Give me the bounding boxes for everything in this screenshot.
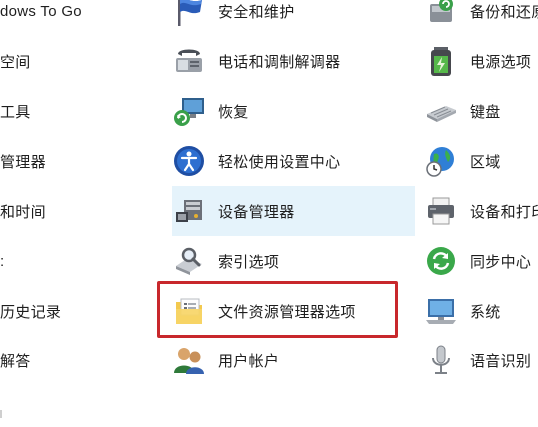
item-label: : — [0, 252, 5, 270]
recovery-monitor-icon — [172, 94, 206, 128]
ease-of-access-icon — [172, 144, 206, 178]
item-label: 设备管理器 — [218, 203, 295, 221]
scroll-edge-mark — [0, 410, 2, 418]
cp-item-devices-printers[interactable]: 设备和打印 — [424, 188, 538, 234]
item-label: 设备和打印 — [470, 203, 538, 221]
cp-item-indexing-options[interactable]: 索引选项 — [172, 238, 412, 284]
computer-icon — [424, 294, 458, 328]
highlight-annotation-box — [157, 281, 398, 338]
item-label: 语音识别 — [470, 352, 532, 370]
printer-icon — [424, 194, 458, 228]
cp-item-user-accounts[interactable]: 用户帐户 — [172, 337, 412, 383]
cp-item-clipped[interactable]: : — [0, 238, 4, 284]
cp-item-security-maintenance[interactable]: 安全和维护 — [172, 0, 412, 34]
cp-item-phone-modem[interactable]: 电话和调制解调器 — [172, 38, 412, 84]
item-label: 工具 — [0, 103, 31, 121]
keyboard-icon — [424, 94, 458, 128]
microphone-icon — [424, 343, 458, 377]
indexing-icon — [172, 244, 206, 278]
user-accounts-icon — [172, 343, 206, 377]
item-label: 轻松使用设置中心 — [218, 153, 341, 171]
item-label: 同步中心 — [470, 253, 532, 271]
cp-item-power-options[interactable]: 电源选项 — [424, 38, 538, 84]
cp-item-speech-recognition[interactable]: 语音识别 — [424, 337, 538, 383]
item-label: 电话和调制解调器 — [218, 53, 341, 71]
item-label: 和时间 — [0, 203, 46, 221]
cp-item-troubleshooting[interactable]: 解答 — [0, 337, 31, 383]
item-label: 恢复 — [218, 103, 249, 121]
item-label: 区域 — [470, 153, 501, 171]
flag-icon — [172, 0, 206, 28]
item-label: 管理器 — [0, 153, 46, 171]
item-label: dows To Go — [0, 2, 82, 20]
cp-item-windows-to-go[interactable]: dows To Go — [0, 0, 82, 34]
cp-item-device-manager[interactable]: 设备管理器 — [172, 186, 415, 236]
item-label: 系统 — [470, 303, 501, 321]
item-label: 历史记录 — [0, 303, 62, 321]
cp-item-ease-of-access[interactable]: 轻松使用设置中心 — [172, 138, 412, 184]
cp-item-date-time[interactable]: 和时间 — [0, 188, 46, 234]
item-label: 键盘 — [470, 103, 501, 121]
cp-item-recovery[interactable]: 恢复 — [172, 88, 412, 134]
item-label: 安全和维护 — [218, 3, 295, 21]
telephone-fax-icon — [172, 44, 206, 78]
sync-icon — [424, 244, 458, 278]
item-label: 解答 — [0, 352, 31, 370]
battery-power-icon — [424, 44, 458, 78]
backup-restore-icon — [424, 0, 458, 28]
cp-item-admin-tools[interactable]: 工具 — [0, 88, 31, 134]
cp-item-keyboard[interactable]: 键盘 — [424, 88, 538, 134]
cp-item-sync-center[interactable]: 同步中心 — [424, 238, 538, 284]
item-label: 索引选项 — [218, 253, 280, 271]
cp-item-storage-spaces[interactable]: 空间 — [0, 38, 31, 84]
item-label: 空间 — [0, 53, 31, 71]
cp-item-region[interactable]: 区域 — [424, 138, 538, 184]
cp-item-system[interactable]: 系统 — [424, 288, 538, 334]
cp-item-backup-restore[interactable]: 备份和还原 — [424, 0, 538, 34]
item-label: 电源选项 — [470, 53, 532, 71]
cp-item-file-history[interactable]: 历史记录 — [0, 288, 61, 334]
device-manager-icon — [172, 194, 206, 228]
globe-clock-icon — [424, 144, 458, 178]
item-label: 用户帐户 — [218, 352, 280, 370]
cp-item-credential-manager[interactable]: 管理器 — [0, 138, 46, 184]
item-label: 备份和还原 — [470, 3, 538, 21]
